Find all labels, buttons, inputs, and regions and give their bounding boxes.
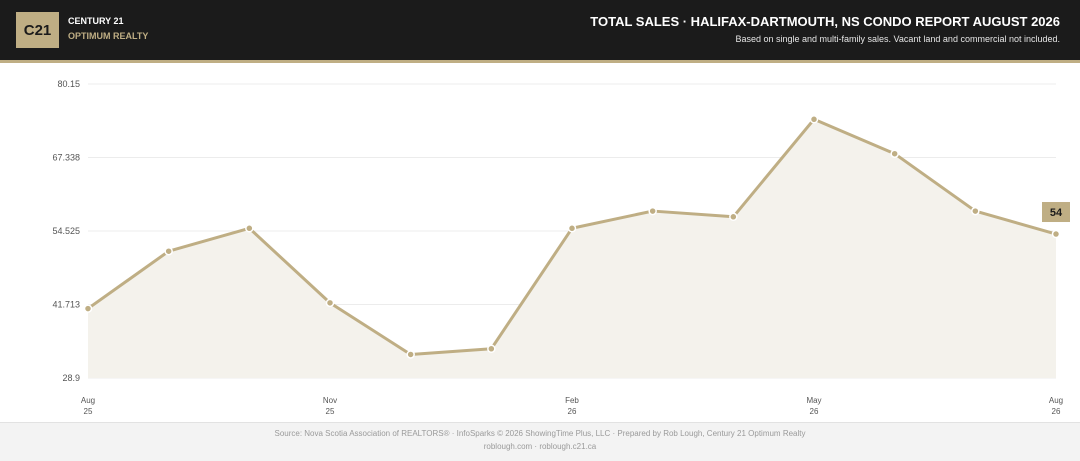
data-point <box>567 224 577 233</box>
data-point <box>809 115 819 124</box>
brand-subtitle: OPTIMUM REALTY <box>68 31 149 41</box>
data-point <box>729 212 738 222</box>
x-tick-label: Aug <box>81 396 95 405</box>
brand-name: CENTURY 21 <box>68 16 124 26</box>
data-point <box>890 149 899 158</box>
data-point <box>83 304 93 313</box>
data-point <box>1051 229 1061 239</box>
report-header: C21 CENTURY 21 OPTIMUM REALTY TOTAL SALE… <box>0 0 1080 63</box>
website-links: roblough.com · roblough.c21.ca <box>483 442 597 451</box>
y-tick-label: 54.525 <box>52 226 80 236</box>
report-footer: Source: Nova Scotia Association of REALT… <box>0 422 1080 461</box>
y-tick-label: 28.9 <box>62 373 80 383</box>
last-value-label: 54 <box>1050 207 1063 219</box>
x-tick-label: Aug <box>1049 396 1063 405</box>
y-tick-label: 41.713 <box>52 299 80 309</box>
y-tick-label: 80.15 <box>57 79 80 89</box>
x-tick-year-label: 26 <box>568 407 577 416</box>
x-tick-year-label: 26 <box>1052 407 1061 416</box>
y-tick-label: 67.338 <box>52 152 80 162</box>
x-tick-year-label: 26 <box>810 407 819 416</box>
total-sales-chart: 28.9 41.713 54.525 67.338 80.15 Aug 25 Nov 25 Feb… <box>52 79 1070 416</box>
x-tick-label: May <box>806 396 821 405</box>
x-tick-year-label: 25 <box>326 407 335 416</box>
data-point <box>325 298 335 308</box>
x-tick-label: Nov <box>323 396 337 405</box>
x-tick-year-label: 25 <box>84 407 93 416</box>
source-credit: Source: Nova Scotia Association of REALT… <box>274 429 806 438</box>
data-point <box>487 344 496 353</box>
report-subtitle: Based on single and multi-family sales. … <box>735 34 1060 44</box>
c21-logo: C21 <box>16 12 59 48</box>
report-title: TOTAL SALES · HALIFAX-DARTMOUTH, NS COND… <box>590 14 1060 29</box>
data-point <box>245 224 254 233</box>
data-point <box>406 350 415 359</box>
series-area <box>88 119 1056 378</box>
data-point <box>971 206 980 216</box>
data-point <box>648 206 657 216</box>
data-point <box>164 246 173 256</box>
x-tick-label: Feb <box>565 396 579 405</box>
